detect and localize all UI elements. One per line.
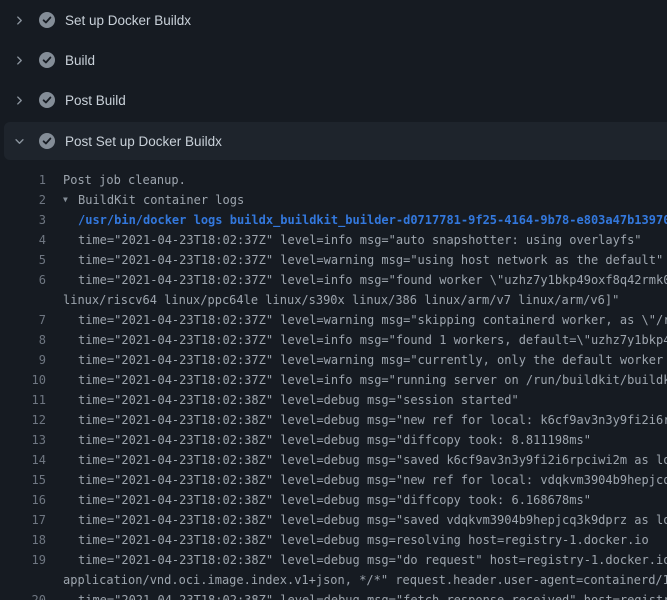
- log-group-toggle[interactable]: ▼BuildKit container logs: [63, 190, 244, 210]
- log-row: 1 Post job cleanup.: [0, 170, 667, 190]
- log-line-number[interactable]: 2: [0, 190, 46, 210]
- log-line-text: time="2021-04-23T18:02:37Z" level=warnin…: [78, 250, 663, 270]
- log-line-text: time="2021-04-23T18:02:37Z" level=info m…: [78, 330, 667, 350]
- log-line-text: time="2021-04-23T18:02:38Z" level=debug …: [78, 470, 667, 490]
- step-label: Post Build: [65, 93, 126, 108]
- log-row: 9 time="2021-04-23T18:02:37Z" level=warni…: [0, 350, 667, 370]
- log-line-text: time="2021-04-23T18:02:37Z" level=warnin…: [78, 310, 667, 330]
- log-line-number[interactable]: 7: [0, 310, 46, 330]
- steps-list: Set up Docker Buildx Build Post Build Post …: [0, 0, 667, 160]
- step-label: Build: [65, 53, 95, 68]
- log-row: 16 time="2021-04-23T18:02:38Z" level=debu…: [0, 490, 667, 510]
- log-row: 11 time="2021-04-23T18:02:38Z" level=debu…: [0, 390, 667, 410]
- log-line-number[interactable]: 19: [0, 550, 46, 570]
- log-command-text: /usr/bin/docker logs buildx_buildkit_bui…: [78, 210, 667, 230]
- log-line-text: time="2021-04-23T18:02:37Z" level=info m…: [78, 370, 667, 390]
- log-line-text: linux/riscv64 linux/ppc64le linux/s390x …: [63, 290, 619, 310]
- log-line-text: time="2021-04-23T18:02:38Z" level=debug …: [78, 530, 649, 550]
- log-line-text: time="2021-04-23T18:02:38Z" level=debug …: [78, 510, 667, 530]
- log-row: 14 time="2021-04-23T18:02:38Z" level=debu…: [0, 450, 667, 470]
- log-line-number[interactable]: 14: [0, 450, 46, 470]
- log-row: 2 ▼BuildKit container logs: [0, 190, 667, 210]
- log-line-text: time="2021-04-23T18:02:38Z" level=debug …: [78, 450, 667, 470]
- log-line-text: time="2021-04-23T18:02:38Z" level=debug …: [78, 550, 667, 570]
- log-line-number[interactable]: 4: [0, 230, 46, 250]
- step-label: Post Set up Docker Buildx: [65, 134, 222, 149]
- log-line-text: Post job cleanup.: [63, 170, 186, 190]
- step-header-set-up-docker-buildx[interactable]: Set up Docker Buildx: [0, 0, 667, 40]
- log-line-number[interactable]: 6: [0, 270, 46, 290]
- log-row: 10 time="2021-04-23T18:02:37Z" level=info…: [0, 370, 667, 390]
- log-row: 13 time="2021-04-23T18:02:38Z" level=debu…: [0, 430, 667, 450]
- log-line-number[interactable]: 16: [0, 490, 46, 510]
- log-line-number[interactable]: 8: [0, 330, 46, 350]
- log-row: 18 time="2021-04-23T18:02:38Z" level=debu…: [0, 530, 667, 550]
- log-line-text: time="2021-04-23T18:02:37Z" level=warnin…: [78, 350, 667, 370]
- log-row: 20 time="2021-04-23T18:02:38Z" level=debu…: [0, 590, 667, 600]
- log-line-number[interactable]: 12: [0, 410, 46, 430]
- log-line-text: application/vnd.oci.image.index.v1+json,…: [63, 570, 667, 590]
- log-line-number[interactable]: 20: [0, 590, 46, 600]
- check-circle-icon: [39, 52, 55, 68]
- log-line-number[interactable]: 15: [0, 470, 46, 490]
- log-group-title: BuildKit container logs: [78, 190, 244, 210]
- log-row: 15 time="2021-04-23T18:02:38Z" level=debu…: [0, 470, 667, 490]
- step-header-post-set-up-docker-buildx[interactable]: Post Set up Docker Buildx: [4, 122, 667, 160]
- log-row: 4 time="2021-04-23T18:02:37Z" level=info …: [0, 230, 667, 250]
- log-line-text: time="2021-04-23T18:02:37Z" level=info m…: [78, 270, 667, 290]
- log-row: application/vnd.oci.image.index.v1+json,…: [0, 570, 667, 590]
- log-line-number[interactable]: 5: [0, 250, 46, 270]
- log-line-text: time="2021-04-23T18:02:38Z" level=debug …: [78, 590, 667, 600]
- chevron-down-icon: [13, 135, 25, 147]
- log-line-number[interactable]: 9: [0, 350, 46, 370]
- log-line-number[interactable]: 1: [0, 170, 46, 190]
- check-circle-icon: [39, 133, 55, 149]
- step-label: Set up Docker Buildx: [65, 13, 191, 28]
- chevron-right-icon: [13, 94, 25, 106]
- log-line-text: time="2021-04-23T18:02:38Z" level=debug …: [78, 390, 519, 410]
- log-row: 8 time="2021-04-23T18:02:37Z" level=info …: [0, 330, 667, 350]
- log-line-text: time="2021-04-23T18:02:38Z" level=debug …: [78, 430, 591, 450]
- log-row: 3/usr/bin/docker logs buildx_buildkit_bu…: [0, 210, 667, 230]
- log-line-text: time="2021-04-23T18:02:38Z" level=debug …: [78, 490, 591, 510]
- log-row: 7 time="2021-04-23T18:02:37Z" level=warni…: [0, 310, 667, 330]
- check-circle-icon: [39, 12, 55, 28]
- log-line-number[interactable]: 10: [0, 370, 46, 390]
- log-row: 17 time="2021-04-23T18:02:38Z" level=debu…: [0, 510, 667, 530]
- step-header-build[interactable]: Build: [0, 40, 667, 80]
- log-viewer: 1 Post job cleanup. 2 ▼BuildKit container l…: [0, 160, 667, 600]
- log-row: 12 time="2021-04-23T18:02:38Z" level=debu…: [0, 410, 667, 430]
- log-line-text: time="2021-04-23T18:02:37Z" level=info m…: [78, 230, 642, 250]
- log-row: 19 time="2021-04-23T18:02:38Z" level=debu…: [0, 550, 667, 570]
- check-circle-icon: [39, 92, 55, 108]
- step-header-post-build[interactable]: Post Build: [0, 80, 667, 120]
- log-line-number[interactable]: 3: [0, 210, 46, 230]
- log-row: 5 time="2021-04-23T18:02:37Z" level=warni…: [0, 250, 667, 270]
- log-line-number[interactable]: 13: [0, 430, 46, 450]
- log-row: linux/riscv64 linux/ppc64le linux/s390x …: [0, 290, 667, 310]
- log-line-text: time="2021-04-23T18:02:38Z" level=debug …: [78, 410, 667, 430]
- chevron-right-icon: [13, 14, 25, 26]
- log-line-number[interactable]: 11: [0, 390, 46, 410]
- log-line-number[interactable]: 18: [0, 530, 46, 550]
- log-row: 6 time="2021-04-23T18:02:37Z" level=info …: [0, 270, 667, 290]
- log-line-number[interactable]: 17: [0, 510, 46, 530]
- triangle-down-icon[interactable]: ▼: [63, 190, 78, 210]
- chevron-right-icon: [13, 54, 25, 66]
